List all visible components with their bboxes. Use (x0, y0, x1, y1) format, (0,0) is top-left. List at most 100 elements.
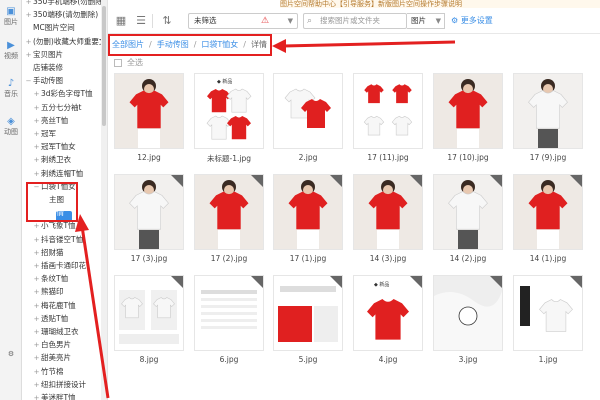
image-filename[interactable]: 17 (11).jpg (353, 153, 423, 162)
search-input[interactable]: ⌕ 搜索图片或文件夹 (303, 13, 407, 29)
image-thumbnail[interactable] (353, 174, 423, 250)
tree-item[interactable]: + 冠军 (22, 127, 107, 140)
expand-icon[interactable]: + (32, 234, 41, 246)
image-thumbnail[interactable] (114, 174, 184, 250)
image-thumbnail[interactable] (513, 275, 583, 351)
settings-icon[interactable]: ⚙ (0, 350, 22, 358)
expand-icon[interactable]: + (32, 286, 41, 298)
tree-item[interactable]: + 条纹T恤 (22, 272, 107, 285)
image-filename[interactable]: 6.jpg (194, 355, 264, 364)
expand-icon[interactable]: + (32, 154, 41, 166)
expand-icon[interactable]: + (32, 313, 41, 325)
image-thumbnail[interactable] (433, 275, 503, 351)
tree-item[interactable]: + 五分七分袖t (22, 101, 107, 114)
tree-item[interactable]: + 刺绣连帽T恤 (22, 167, 107, 180)
expand-icon[interactable]: + (32, 366, 41, 378)
expand-icon[interactable]: + (32, 326, 41, 338)
tree-item[interactable]: +350手机端移(勿删除 (22, 0, 107, 8)
expand-icon[interactable]: + (32, 128, 41, 140)
image-thumbnail[interactable] (513, 174, 583, 250)
expand-icon[interactable]: + (32, 339, 41, 351)
image-filename[interactable]: 3.jpg (433, 355, 503, 364)
tree-item[interactable]: + 招财猫 (22, 246, 107, 259)
image-filename[interactable]: 17 (10).jpg (433, 153, 503, 162)
image-filename[interactable]: 14 (2).jpg (433, 254, 503, 263)
image-thumbnail[interactable] (114, 73, 184, 149)
list-view-icon[interactable]: ☰ (134, 14, 148, 28)
image-thumbnail[interactable]: ◆ 新品 (353, 275, 423, 351)
tree-item[interactable]: + 抖音镂空T恤 (22, 233, 107, 246)
tree-item[interactable]: + 纽扣拼接设计 (22, 378, 107, 391)
tree-item[interactable]: +350端移(请勿删除) (22, 8, 107, 21)
tree-item[interactable]: + 刺绣卫衣 (22, 153, 107, 166)
expand-icon[interactable]: + (24, 49, 33, 61)
tree-item[interactable]: + 梅花鹿T恤 (22, 299, 107, 312)
rail-item-music[interactable]: ♪ 音乐 (0, 78, 22, 99)
image-thumbnail[interactable] (273, 73, 343, 149)
tree-item[interactable]: + 美迷胖T恤 (22, 391, 107, 400)
tree-item[interactable]: + 亮丝T恤 (22, 114, 107, 127)
image-thumbnail[interactable] (114, 275, 184, 351)
image-filename[interactable]: 4.jpg (353, 355, 423, 364)
image-thumbnail[interactable] (273, 275, 343, 351)
image-thumbnail[interactable] (353, 73, 423, 149)
image-thumbnail[interactable] (194, 275, 264, 351)
image-filename[interactable]: 17 (3).jpg (114, 254, 184, 263)
image-filename[interactable]: 1.jpg (513, 355, 583, 364)
expand-icon[interactable]: + (32, 220, 41, 232)
grid-view-icon[interactable]: ▦ (114, 14, 128, 28)
tree-item[interactable]: 店铺装修 (22, 61, 107, 74)
expand-icon[interactable]: + (32, 141, 41, 153)
filter-select[interactable]: 未筛选 ⚠ ▼ (188, 13, 298, 29)
expand-icon[interactable]: + (32, 392, 41, 400)
expand-icon[interactable]: + (32, 352, 41, 364)
image-filename[interactable]: 14 (3).jpg (353, 254, 423, 263)
expand-icon[interactable]: + (32, 168, 41, 180)
image-thumbnail[interactable] (433, 73, 503, 149)
tree-item[interactable]: + 熊猫印 (22, 285, 107, 298)
image-filename[interactable]: 17 (9).jpg (513, 153, 583, 162)
image-filename[interactable]: 14 (1).jpg (513, 254, 583, 263)
tree-scroll-thumb[interactable] (102, 6, 106, 126)
tree-item[interactable]: + 甜美亮片 (22, 351, 107, 364)
expand-icon[interactable]: + (24, 9, 33, 21)
image-filename[interactable]: 12.jpg (114, 153, 184, 162)
tree-item[interactable]: + 珊瑚绒卫衣 (22, 325, 107, 338)
tree-item[interactable]: + 透贴T恤 (22, 312, 107, 325)
rail-item-image[interactable]: ▣ 图片 (0, 6, 22, 27)
expand-icon[interactable]: + (32, 88, 41, 100)
image-thumbnail[interactable] (513, 73, 583, 149)
expand-icon[interactable]: + (32, 260, 41, 272)
expand-icon[interactable]: + (24, 0, 33, 8)
tree-item[interactable]: + 插画卡通印花 (22, 259, 107, 272)
expand-icon[interactable]: + (32, 247, 41, 259)
image-thumbnail[interactable]: ◆ 新品 (194, 73, 264, 149)
rail-item-video[interactable]: ▶ 视频 (0, 40, 22, 61)
tree-item[interactable]: + 宝贝图片 (22, 48, 107, 61)
image-filename[interactable]: 5.jpg (273, 355, 343, 364)
image-filename[interactable]: 17 (1).jpg (273, 254, 343, 263)
image-thumbnail[interactable] (194, 174, 264, 250)
tree-item[interactable]: MC图片空间 (22, 21, 107, 34)
image-thumbnail[interactable] (273, 174, 343, 250)
select-all-checkbox[interactable]: 全选 (114, 57, 143, 69)
more-settings-button[interactable]: ⚙ 更多设置 (451, 13, 493, 29)
image-filename[interactable]: 8.jpg (114, 355, 184, 364)
sort-icon[interactable]: ⇅ (160, 14, 174, 28)
rail-item-gif[interactable]: ◈ 动图 (0, 116, 22, 137)
search-scope-select[interactable]: 图片 ▼ (407, 13, 445, 29)
image-thumbnail[interactable] (433, 174, 503, 250)
tree-item[interactable]: + 竹节棉 (22, 365, 107, 378)
tree-item[interactable]: − 手动传图 (22, 74, 107, 87)
image-filename[interactable]: 2.jpg (273, 153, 343, 162)
help-banner[interactable]: 图片空间帮助中心【引导服务】新版图片空间操作步骤说明 (280, 0, 600, 8)
tree-item[interactable]: +3d彩色字母T恤 (22, 87, 107, 100)
expand-icon[interactable]: + (32, 115, 41, 127)
tree-item[interactable]: + (勿删)收藏大师重要文 (22, 35, 107, 48)
expand-icon[interactable]: + (32, 102, 41, 114)
expand-icon[interactable]: + (32, 273, 41, 285)
tree-item[interactable]: + 白色男片 (22, 338, 107, 351)
image-filename[interactable]: 17 (2).jpg (194, 254, 264, 263)
expand-icon[interactable]: + (32, 379, 41, 391)
collapse-icon[interactable]: − (24, 75, 33, 87)
